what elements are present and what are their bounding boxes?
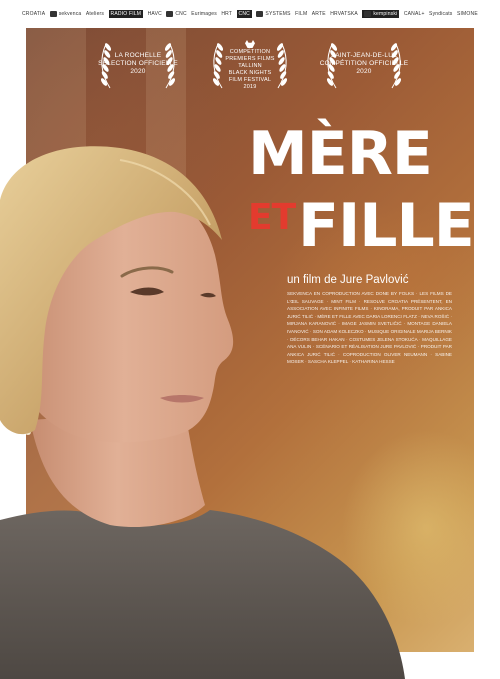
sponsor-logo-strip: CROATIA sekvenca Ateliers RADIO FILM HAVC CNC… xyxy=(0,0,500,28)
logo-7: Eurimages xyxy=(191,11,217,17)
logo-17: SIMONE xyxy=(457,11,478,17)
laurel-text-line: SAINT-JEAN-DE-LUZ xyxy=(330,52,398,59)
logo-label: Ateliers xyxy=(85,11,105,17)
logo-mark-icon xyxy=(166,11,174,17)
logo-mark-icon xyxy=(256,11,264,17)
logo-label: Eurimages xyxy=(191,11,217,17)
laurel-text-line: FILM FESTIVAL xyxy=(228,77,272,83)
laurel-text-line: 2019 xyxy=(243,84,257,90)
logo-label: FILM xyxy=(295,11,308,17)
logo-label: Syndicats xyxy=(429,11,453,17)
laurel-text: LA ROCHELLE SÉLECTION OFFICIELLE 2020 xyxy=(92,52,184,76)
logo-10: SYSTEMS xyxy=(256,11,291,17)
laurel-text-line: LA ROCHELLE xyxy=(114,52,162,59)
laurel-text-line: BLACK NIGHTS xyxy=(228,70,272,76)
logo-label: SIMONE xyxy=(456,11,478,17)
fox-icon xyxy=(245,40,255,48)
logo-9: CNC xyxy=(236,10,252,18)
logo-11: FILM xyxy=(295,11,307,17)
festival-laurel-tallinn: COMPÉTITION PREMIERS FILMS TALLINN BLACK NI… xyxy=(204,38,296,92)
logo-8: HRT xyxy=(221,11,232,17)
laurel-text-line: COMPÉTITION xyxy=(229,49,271,55)
laurel-text-line: 2020 xyxy=(356,68,372,75)
background-curtain xyxy=(26,28,86,652)
director-credit: un film de Jure Pavlović xyxy=(287,274,409,286)
logo-label: CROATIA xyxy=(22,11,46,17)
logo-label: sekvenca xyxy=(58,11,82,17)
logo-label: ARTE xyxy=(311,11,326,17)
logo-15: CANAL+ xyxy=(404,11,425,17)
logo-label: SYSTEMS xyxy=(265,11,291,17)
logo-label: HRT xyxy=(221,11,233,17)
logo-6: CNC xyxy=(166,11,187,17)
logo-4: RADIO FILM xyxy=(108,10,144,18)
logo-5: HAVC xyxy=(148,11,162,17)
logo-mark-icon xyxy=(49,11,57,17)
festival-laurel-la-rochelle: LA ROCHELLE SÉLECTION OFFICIELLE 2020 xyxy=(92,38,184,92)
logo-label: kempinski xyxy=(373,11,398,17)
film-title-accent: ET xyxy=(248,197,296,238)
logo-label: RADIO FILM xyxy=(110,11,142,17)
logo-14: kempinski xyxy=(362,10,400,18)
logo-label: HAVC xyxy=(147,11,162,17)
logo-mark-icon xyxy=(364,11,372,17)
logo-1: CROATIA xyxy=(22,11,45,17)
laurel-text-line: PREMIERS FILMS xyxy=(225,56,275,62)
logo-2: sekvenca xyxy=(49,11,82,17)
laurel-text-line: SÉLECTION OFFICIELLE xyxy=(98,60,178,67)
laurel-text-line: 2020 xyxy=(130,68,146,75)
credit-block: SEKVENCA en coproduction avec DONE BY FO… xyxy=(287,291,452,365)
logo-label: CANAL+ xyxy=(403,11,425,17)
laurel-text: COMPÉTITION PREMIERS FILMS TALLINN BLACK NI… xyxy=(204,40,296,91)
logo-12: ARTE xyxy=(312,11,326,17)
film-title-line-2: FILLE xyxy=(298,191,475,261)
logo-13: HRVATSKA xyxy=(330,11,358,17)
laurel-text: SAINT-JEAN-DE-LUZ COMPÉTITION OFFICIELLE 2… xyxy=(318,52,410,76)
logo-label: CNC xyxy=(175,11,187,17)
logo-label: HRVATSKA xyxy=(330,11,358,17)
logo-16: Syndicats xyxy=(429,11,452,17)
laurel-text-line: COMPÉTITION OFFICIELLE xyxy=(319,60,409,67)
laurel-text-line: TALLINN xyxy=(238,63,262,69)
logo-label: CNC xyxy=(238,11,250,17)
festival-laurel-saint-jean-de-luz: SAINT-JEAN-DE-LUZ COMPÉTITION OFFICIELLE 2… xyxy=(318,38,410,92)
logo-3: Ateliers xyxy=(86,11,104,17)
film-title-line-1: MÈRE xyxy=(248,119,433,189)
